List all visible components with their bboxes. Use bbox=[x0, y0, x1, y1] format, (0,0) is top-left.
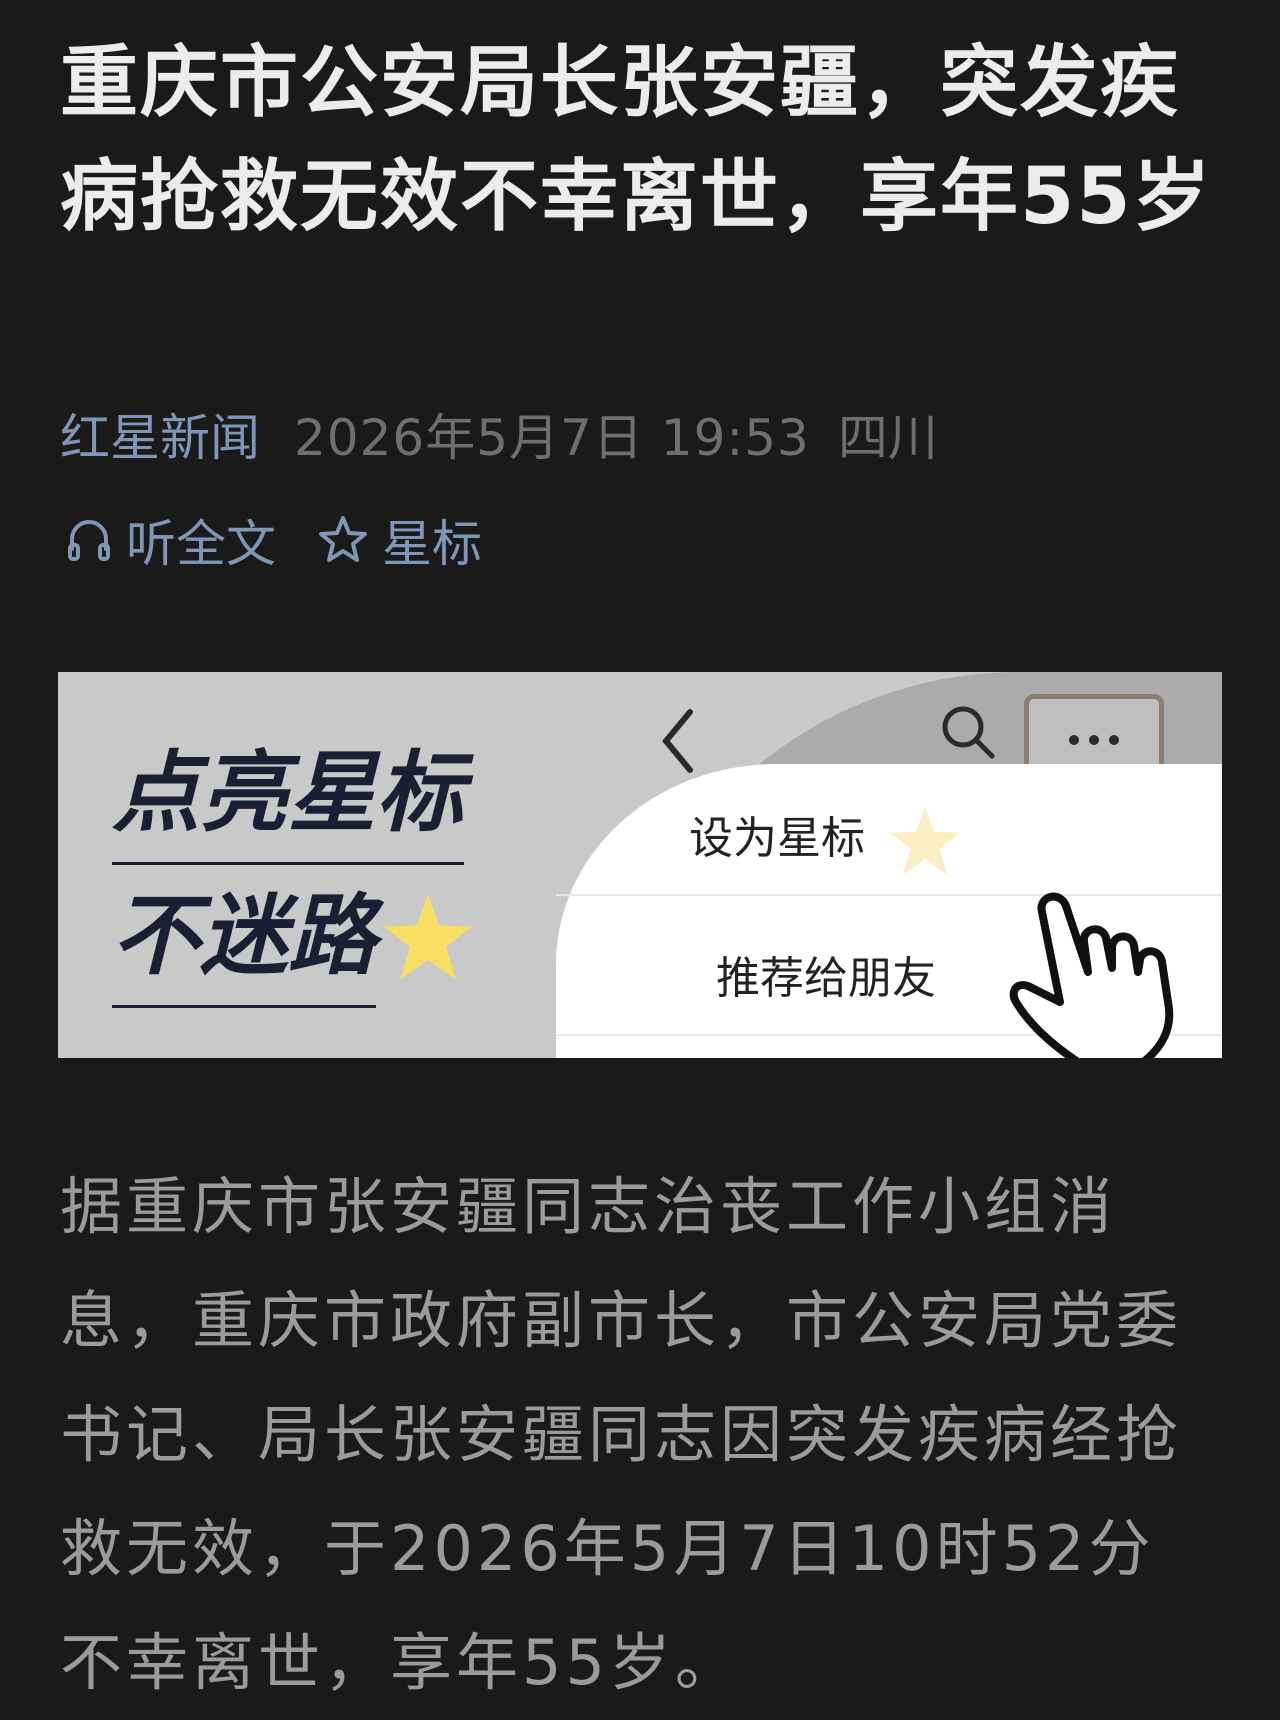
star-icon bbox=[383, 894, 473, 979]
pointing-hand-icon bbox=[1009, 892, 1174, 1058]
source-name[interactable]: 红星新闻 bbox=[60, 409, 260, 467]
article-meta: 红星新闻 2026年5月7日 19:53 四川 bbox=[60, 404, 938, 472]
banner-line-1: 点亮星标 bbox=[112, 722, 465, 865]
article-body: 据重庆市张安疆同志治丧工作小组消息，重庆市政府副市长，市公安局党委书记、局长张安… bbox=[60, 1170, 1183, 1699]
star-button[interactable]: 星标 bbox=[316, 504, 482, 576]
article-actions: 听全文 星标 bbox=[64, 506, 482, 574]
article-page: 重庆市公安局长张安疆，突发疾病抢救无效不幸离世，享年55岁 红星新闻 2026年5… bbox=[0, 0, 1280, 1706]
star-icon bbox=[890, 807, 960, 875]
star-outline-icon bbox=[319, 516, 367, 562]
menu-item-set-star-label: 设为星标 bbox=[689, 813, 865, 864]
listen-button[interactable]: 听全文 bbox=[64, 504, 276, 576]
listen-label: 听全文 bbox=[126, 515, 276, 573]
star-promo-banner: 点亮星标 不迷路 设为星标 推荐给朋友 bbox=[58, 672, 1222, 1058]
publish-region: 四川 bbox=[837, 409, 938, 467]
chevron-left-icon bbox=[662, 709, 693, 773]
headphones-icon bbox=[68, 520, 110, 561]
search-icon bbox=[942, 706, 995, 759]
article-title: 重庆市公安局长张安疆，突发疾病抢救无效不幸离世，享年55岁 bbox=[60, 38, 1213, 242]
banner-line-2-row: 不迷路 bbox=[112, 865, 476, 1008]
star-label: 星标 bbox=[382, 515, 482, 573]
banner-line-2: 不迷路 bbox=[112, 865, 377, 1008]
banner-slogan: 点亮星标 不迷路 bbox=[112, 722, 476, 1008]
publish-date: 2026年5月7日 19:53 bbox=[294, 409, 810, 467]
